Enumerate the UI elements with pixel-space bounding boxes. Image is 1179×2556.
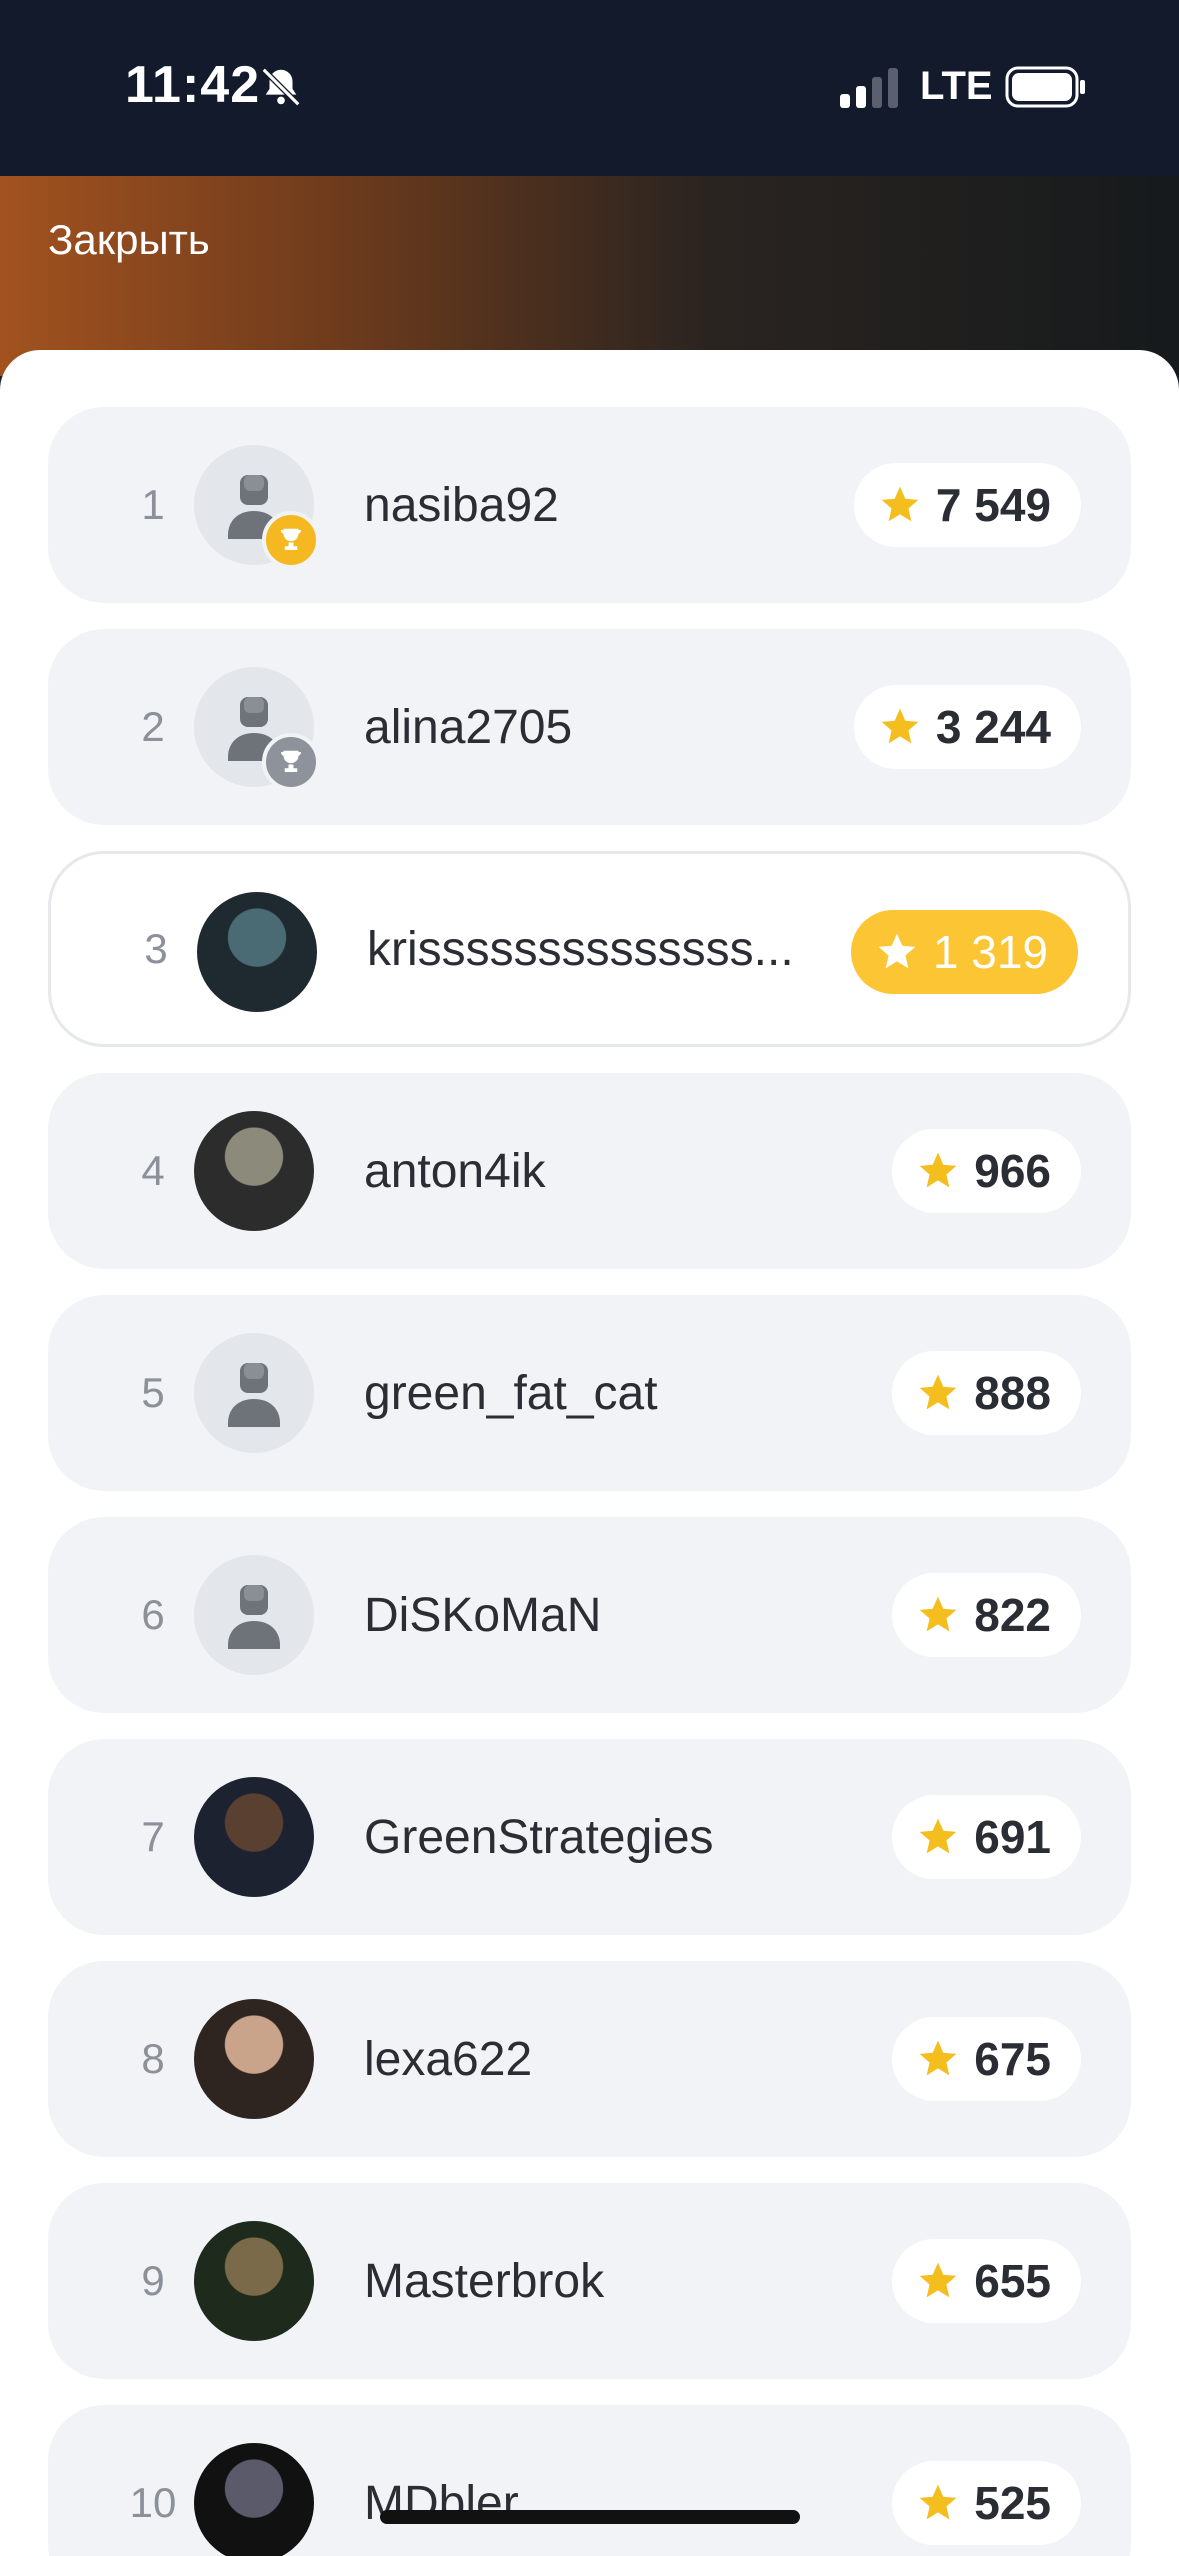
rank-number: 1 <box>141 481 165 528</box>
battery-icon <box>1005 66 1085 108</box>
rank-number: 8 <box>141 2035 165 2082</box>
leaderboard-row[interactable]: 2 alina2705 3 244 <box>48 629 1131 825</box>
leaderboard-row[interactable]: 6 DiSKoMaN 822 <box>48 1517 1131 1713</box>
avatar <box>194 1999 314 2119</box>
avatar <box>194 445 320 569</box>
score-pill: 1 319 <box>850 910 1078 994</box>
status-bar: 11:42 LTE <box>0 0 1179 176</box>
close-button[interactable]: Закрыть <box>48 216 210 264</box>
score-value: 1 319 <box>932 926 1048 978</box>
score-value: 3 244 <box>935 701 1051 753</box>
rank-number: 3 <box>144 925 168 972</box>
avatar <box>197 892 317 1012</box>
score-pill: 691 <box>892 1795 1081 1879</box>
score-pill: 3 244 <box>853 685 1081 769</box>
user-placeholder-icon <box>228 1363 280 1427</box>
score-pill: 525 <box>892 2461 1081 2545</box>
star-icon <box>881 486 919 522</box>
username: Masterbrok <box>364 2254 605 2308</box>
rank-number: 4 <box>141 1147 165 1194</box>
score-value: 691 <box>974 1811 1051 1863</box>
star-icon <box>919 1596 957 1632</box>
rank-number: 7 <box>141 1813 165 1860</box>
username: anton4ik <box>364 1144 546 1198</box>
score-value: 675 <box>974 2033 1051 2085</box>
star-icon <box>919 1818 957 1854</box>
avatar <box>194 1555 314 1675</box>
status-time: 11:42 <box>125 56 261 114</box>
avatar <box>194 2443 314 2556</box>
avatar <box>194 667 320 791</box>
network-label: LTE <box>920 64 993 108</box>
leaderboard-row[interactable]: 8 lexa622 675 <box>48 1961 1131 2157</box>
leaderboard-row[interactable]: 5 green_fat_cat 888 <box>48 1295 1131 1491</box>
username: nasiba92 <box>364 478 559 532</box>
home-indicator[interactable] <box>380 2510 800 2524</box>
header-band: Закрыть <box>0 176 1179 376</box>
signal-icon <box>840 68 898 108</box>
trophy-icon <box>280 528 302 550</box>
star-icon <box>919 2040 957 2076</box>
username: lexa622 <box>364 2032 533 2086</box>
rank-number: 5 <box>141 1369 165 1416</box>
score-pill: 7 549 <box>853 463 1081 547</box>
username: krissssssssssssss... <box>367 922 794 976</box>
username: green_fat_cat <box>364 1366 658 1420</box>
username: MDbler <box>364 2476 519 2530</box>
rank-number: 10 <box>129 2479 177 2526</box>
gold-trophy-badge <box>262 511 320 569</box>
username: alina2705 <box>364 700 573 754</box>
score-value: 822 <box>974 1589 1051 1641</box>
silver-trophy-badge <box>262 733 320 791</box>
score-value: 655 <box>974 2255 1051 2307</box>
score-value: 888 <box>974 1367 1051 1419</box>
username: DiSKoMaN <box>364 1588 602 1642</box>
user-placeholder-icon <box>228 1585 280 1649</box>
rank-number: 9 <box>141 2257 165 2304</box>
star-icon <box>919 1374 957 1410</box>
avatar <box>194 2221 314 2341</box>
avatar <box>194 1333 314 1453</box>
leaderboard-row[interactable]: 4 anton4ik 966 <box>48 1073 1131 1269</box>
rank-number: 2 <box>141 703 165 750</box>
star-icon <box>878 933 916 969</box>
score-value: 966 <box>974 1145 1051 1197</box>
username: GreenStrategies <box>364 1810 714 1864</box>
leaderboard-row[interactable]: 1 nasiba92 7 549 <box>48 407 1131 603</box>
leaderboard-row[interactable]: 10 MDbler 525 <box>48 2405 1131 2556</box>
star-icon <box>881 708 919 744</box>
bell-muted-icon <box>261 67 301 107</box>
leaderboard-row[interactable]: 3 krissssssssssssss... 1 319 <box>48 851 1131 1047</box>
trophy-icon <box>280 750 302 772</box>
score-pill: 675 <box>892 2017 1081 2101</box>
leaderboard-row[interactable]: 9 Masterbrok 655 <box>48 2183 1131 2379</box>
score-value: 525 <box>974 2477 1051 2529</box>
star-icon <box>919 2262 957 2298</box>
avatar <box>194 1777 314 1897</box>
star-icon <box>919 2484 957 2520</box>
score-value: 7 549 <box>935 479 1051 531</box>
leaderboard-row[interactable]: 7 GreenStrategies 691 <box>48 1739 1131 1935</box>
score-pill: 888 <box>892 1351 1081 1435</box>
score-pill: 966 <box>892 1129 1081 1213</box>
rank-number: 6 <box>141 1591 165 1638</box>
score-pill: 822 <box>892 1573 1081 1657</box>
leaderboard-sheet: 1 nasiba92 7 549 2 alina2705 3 244 3 krisssssss… <box>0 350 1179 2556</box>
star-icon <box>919 1152 957 1188</box>
score-pill: 655 <box>892 2239 1081 2323</box>
avatar <box>194 1111 314 1231</box>
